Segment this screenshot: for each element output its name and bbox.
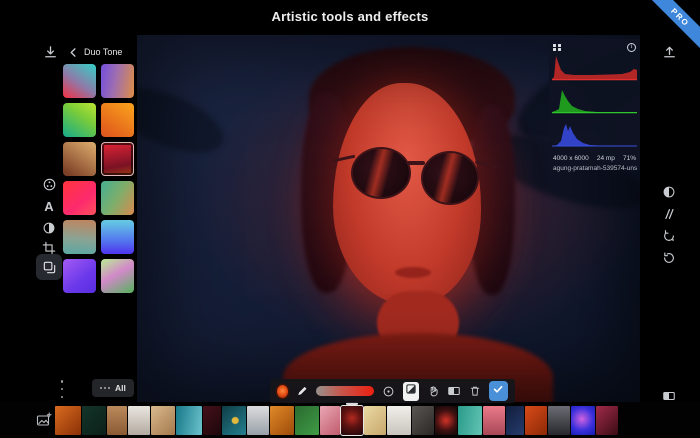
histogram-blue [552,120,637,152]
duotone-swatch-hot-pink[interactable] [63,181,96,215]
filmstrip-thumb-teal-houses[interactable] [458,406,482,435]
half-circle-icon [42,221,56,235]
compare-icon [662,389,676,403]
upload-icon [662,45,677,60]
library-filter-pill[interactable]: All [92,379,134,397]
histogram-grid-icon[interactable] [553,43,561,52]
duotone-mode-button[interactable] [403,381,419,401]
page-title: Artistic tools and effects [271,9,429,24]
filmstrip-thumb-jellyfish[interactable] [571,406,595,435]
add-photo-icon [36,412,52,428]
before-after-icon[interactable] [447,384,461,398]
filmstrip-thumb-dark-forest[interactable] [82,406,106,435]
filmstrip-thumb-red-glow[interactable] [435,406,457,435]
duotone-panel-title: Duo Tone [84,47,123,57]
duotone-swatch-copper[interactable] [63,142,96,176]
filmstrip-thumb-teal-fish[interactable] [222,406,246,435]
duotone-swatch-violet[interactable] [63,259,96,293]
chevron-left-icon [68,47,79,58]
filmstrip-thumb-red-flower[interactable] [596,406,618,435]
duotone-swatch-red-teal[interactable] [63,64,96,98]
duotone-swatch-pink-green[interactable] [101,259,134,293]
filmstrip-thumb-ocean-aerial[interactable] [176,406,202,435]
more-options-button[interactable] [58,380,66,398]
filmstrip-thumb-gray-person[interactable] [412,406,434,435]
filmstrip-thumb-tan-building[interactable] [107,406,127,435]
duotone-swatch-grid [63,64,134,293]
intensity-slider[interactable] [315,386,375,396]
filmstrip [55,402,618,436]
undo-button[interactable] [660,249,678,267]
info-icon[interactable]: i [627,43,636,52]
zoom-level: 71% [622,155,636,162]
filter-dots-icon [100,387,110,389]
export-button[interactable] [660,43,678,61]
layers-tool-button[interactable] [36,254,62,280]
filmstrip-thumb-autumn[interactable] [270,406,294,435]
checkmark-icon [492,382,504,400]
image-dimensions: 4000 x 6000 [553,155,589,162]
duotone-swatch-green-lime[interactable] [63,103,96,137]
image-filename: agung-pratamah-539574-unspla... [553,165,637,172]
text-tool-button[interactable]: A [39,196,59,216]
duotone-swatch-teal-amber[interactable] [101,181,134,215]
retouch-tool-button[interactable] [39,218,59,238]
histogram-panel: i 4000 x 6000 24 mp 71% agung-pratamah-5… [549,39,640,172]
undo-icon [662,251,676,265]
duotone-swatch-orange[interactable] [101,103,134,137]
mask-button[interactable] [660,183,678,201]
back-button[interactable] [66,45,80,59]
histogram-red [552,54,637,86]
trash-icon[interactable] [469,385,481,397]
filter-wheel-icon [42,177,57,192]
filmstrip-thumb-dark-maroon[interactable] [203,406,221,435]
filmstrip-thumb-beige-wall[interactable] [151,406,175,435]
filmstrip-thumb-white-interior[interactable] [387,406,411,435]
import-button[interactable] [41,43,59,61]
circle-dot-icon[interactable] [382,385,395,398]
filmstrip-thumb-white-portrait[interactable] [128,406,150,435]
layers-icon [42,260,57,275]
text-tool-icon: A [44,198,54,214]
duotone-swatch-crimson[interactable] [101,142,134,176]
duotone-swatch-tan-teal[interactable] [63,220,96,254]
filmstrip-thumb-orange-pattern[interactable] [525,406,547,435]
filmstrip-thumb-pink-flower[interactable] [320,406,340,435]
history-button[interactable] [660,227,678,245]
filters-tool-button[interactable] [39,174,59,194]
histogram-green [552,87,637,119]
filmstrip-thumb-dark-blue[interactable] [506,406,524,435]
filmstrip-thumb-green-bird[interactable] [295,406,319,435]
download-icon [43,45,58,60]
adjustments-button[interactable] [660,205,678,223]
apply-button[interactable] [488,381,508,401]
brush-icon[interactable] [296,385,308,397]
crop-icon [42,241,56,255]
library-filter-label: All [115,383,126,393]
duotone-swatch-sky-indigo[interactable] [101,220,134,254]
filmstrip-thumb-statue[interactable] [247,406,269,435]
radial-gradient-button[interactable] [277,384,288,398]
duotone-swatch-purple-orange[interactable] [101,64,134,98]
image-stats-row: 4000 x 6000 24 mp 71% [552,155,637,162]
split-square-icon [405,382,417,400]
filmstrip-thumb-red-portrait[interactable] [340,402,364,436]
hand-tool-icon[interactable] [427,385,439,397]
image-megapixels: 24 mp [596,155,615,162]
photo-editor-app: Artistic tools and effects PRO A All Duo… [0,0,700,438]
double-slash-icon [662,207,676,221]
redo-clock-icon [662,229,676,243]
contrast-circle-icon [662,185,676,199]
filmstrip-thumb-pink-sunset[interactable] [483,406,505,435]
duotone-toolbar [270,379,515,403]
add-photo-button[interactable] [35,411,53,429]
filmstrip-thumb-gray-mountain[interactable] [548,406,570,435]
filmstrip-thumb-yellow-room[interactable] [364,406,386,435]
filmstrip-thumb-fire[interactable] [55,406,81,435]
